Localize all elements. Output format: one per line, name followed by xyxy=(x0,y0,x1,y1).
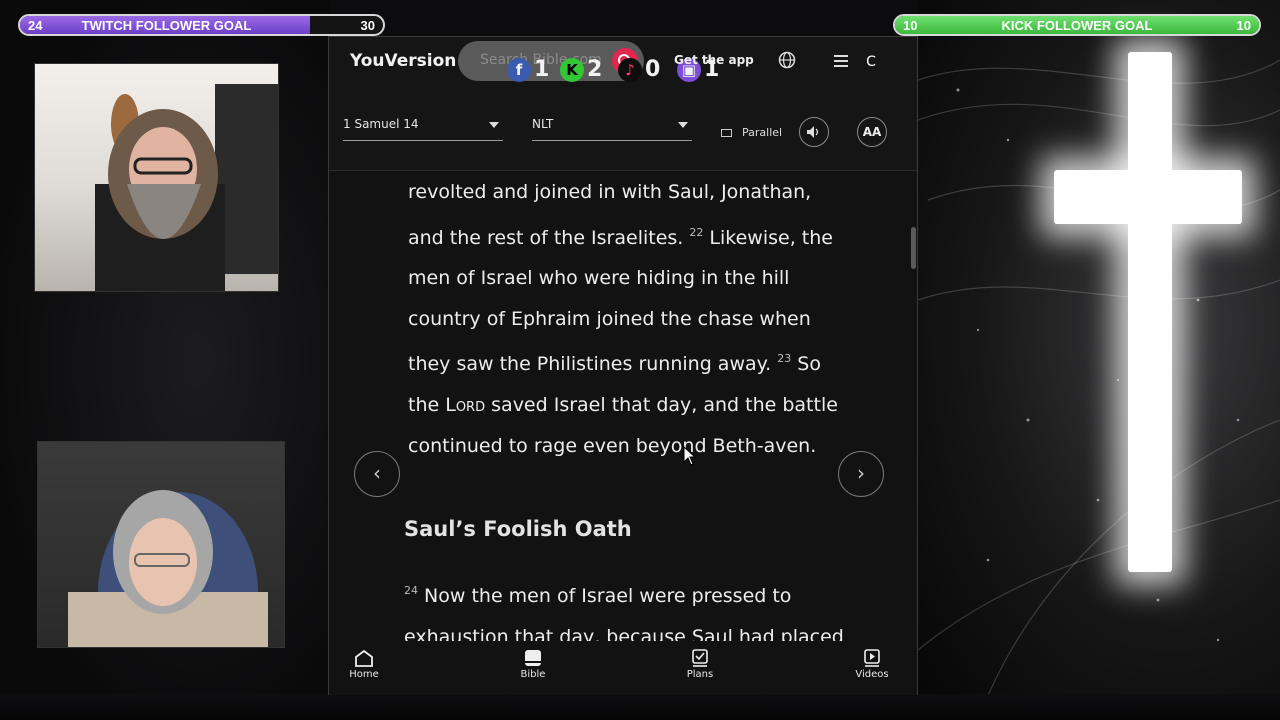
hamburger-icon xyxy=(834,55,848,67)
passage-text: revolted and joined in with Saul, Jonath… xyxy=(408,181,838,457)
speaker-icon xyxy=(807,126,819,138)
tab-bible[interactable]: Bible xyxy=(503,649,563,680)
tiktok-follower-count: ♪ 0 xyxy=(618,57,660,85)
youversion-logo[interactable]: YouVersion xyxy=(350,51,456,71)
light-streaks xyxy=(918,59,1280,720)
previous-chapter-button[interactable]: ‹ xyxy=(354,451,400,497)
globe-icon xyxy=(778,51,796,69)
overlay-background-right xyxy=(918,0,1280,720)
videos-icon xyxy=(864,649,880,667)
parallel-toggle[interactable]: Parallel xyxy=(721,126,782,139)
version-value: NLT xyxy=(532,117,554,131)
webcam-top xyxy=(34,63,279,292)
menu-button[interactable] xyxy=(834,53,850,72)
next-chapter-button[interactable]: › xyxy=(838,451,884,497)
twitch-follower-goal-bar: 24 TWITCH FOLLOWER GOAL 30 xyxy=(18,14,385,36)
get-the-app-link[interactable]: Get the app xyxy=(674,53,754,67)
app-header: YouVersion Search Bible.com f1 K2 ♪ 0 ▣ 1 … xyxy=(329,37,917,171)
twitch-goal-title: TWITCH FOLLOWER GOAL xyxy=(81,18,252,33)
webcam-bottom xyxy=(37,441,285,648)
verse-number: 24 xyxy=(404,584,418,597)
kick-icon: K xyxy=(560,58,584,82)
chevron-left-icon: ‹ xyxy=(373,461,381,485)
scrollbar[interactable] xyxy=(911,227,916,269)
chevron-down-icon xyxy=(678,122,688,128)
mouse-cursor-icon xyxy=(683,446,697,466)
tab-plans[interactable]: Plans xyxy=(670,649,730,680)
webcam-person-bearded-man xyxy=(95,84,278,291)
facebook-follower-count: f1 xyxy=(507,57,549,85)
youversion-window: YouVersion Search Bible.com f1 K2 ♪ 0 ▣ 1 … xyxy=(328,36,918,695)
overlay-background-bottom xyxy=(0,694,1280,720)
version-select[interactable]: NLT xyxy=(532,117,692,141)
kick-goal-title: KICK FOLLOWER GOAL xyxy=(1001,18,1153,33)
language-button[interactable] xyxy=(778,51,796,73)
kick-goal-target: 10 xyxy=(1236,18,1251,33)
parallel-icon xyxy=(721,129,732,137)
tab-home[interactable]: Home xyxy=(334,649,394,680)
verse-number: 22 xyxy=(689,225,704,239)
bible-icon xyxy=(525,650,541,666)
glowing-cross-vertical xyxy=(1128,52,1172,572)
tiktok-icon: ♪ xyxy=(618,58,642,82)
reader-content[interactable]: revolted and joined in with Saul, Jonath… xyxy=(329,171,909,641)
tab-videos[interactable]: Videos xyxy=(842,649,902,680)
font-settings-button[interactable]: AA xyxy=(857,117,887,147)
user-avatar[interactable]: C xyxy=(858,49,884,75)
section-heading: Saul’s Foolish Oath xyxy=(404,517,632,541)
passage-text-continued: 24 Now the men of Israel were pressed to… xyxy=(404,584,844,641)
plans-icon xyxy=(692,649,708,667)
chevron-down-icon xyxy=(489,122,499,128)
twitch-goal-target: 30 xyxy=(360,18,375,33)
book-chapter-select[interactable]: 1 Samuel 14 xyxy=(343,117,503,141)
audio-button[interactable] xyxy=(799,117,829,147)
bottom-tab-bar: Home Bible Plans Videos xyxy=(329,643,917,695)
glowing-cross-horizontal xyxy=(1054,170,1242,224)
kick-follower-count: K2 xyxy=(560,57,602,85)
verse-number: 23 xyxy=(777,352,792,366)
facebook-icon: f xyxy=(507,58,531,82)
home-icon xyxy=(355,649,373,667)
kick-follower-goal-bar: 10 KICK FOLLOWER GOAL 10 xyxy=(893,14,1261,36)
webcam-person-woman xyxy=(68,490,268,647)
book-chapter-value: 1 Samuel 14 xyxy=(343,117,419,131)
chevron-right-icon: › xyxy=(857,461,865,485)
